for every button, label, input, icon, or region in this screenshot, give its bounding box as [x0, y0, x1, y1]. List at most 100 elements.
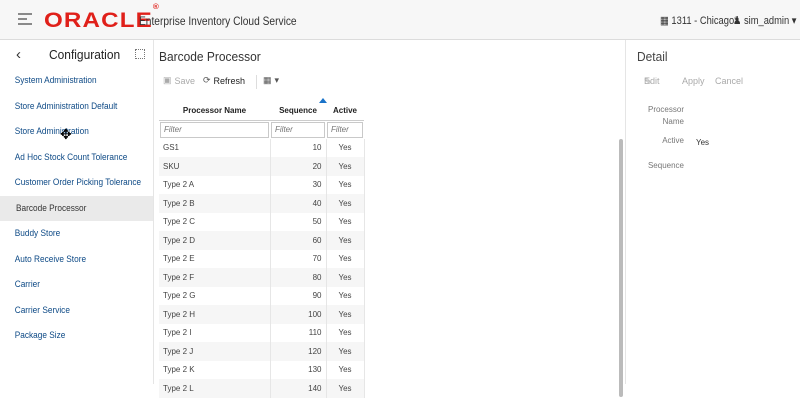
store-selector[interactable]: ▦ 1311 - Chicago*: [660, 14, 738, 27]
nav-item-customer-order-picking-tolerance[interactable]: Customer Order Picking Tolerance: [0, 170, 141, 196]
column-header-active[interactable]: Active: [326, 102, 364, 121]
active-label: Active: [662, 136, 684, 145]
cell-sequence: 110: [270, 323, 327, 342]
cell-active: Yes: [326, 268, 365, 287]
cell-name: Type 2 B: [159, 194, 271, 213]
columns-icon: ▦: [263, 75, 272, 85]
cell-sequence: 100: [270, 305, 327, 324]
logo-text: ORACLE: [44, 9, 153, 32]
cell-sequence: 60: [270, 231, 327, 250]
cell-active: Yes: [326, 231, 365, 250]
table-row[interactable]: Type 2 G 90 Yes: [159, 286, 365, 305]
cell-active: Yes: [326, 305, 365, 324]
nav-item-carrier[interactable]: Carrier: [0, 272, 141, 298]
table-row[interactable]: Type 2 J 120 Yes: [159, 342, 365, 361]
cell-sequence: 30: [270, 175, 327, 194]
user-menu[interactable]: ♟ sim_admin ▾: [733, 14, 796, 27]
cell-sequence: 70: [270, 249, 327, 268]
cell-name: Type 2 F: [159, 268, 271, 287]
filter-active[interactable]: [327, 121, 363, 138]
save-button[interactable]: ▣ Save: [163, 75, 195, 86]
chevron-down-icon: ▾: [274, 75, 280, 85]
table-row[interactable]: Type 2 L 140 Yes: [159, 379, 365, 398]
table-row[interactable]: Type 2 B 40 Yes: [159, 194, 365, 213]
table-row[interactable]: SKU 20 Yes: [159, 157, 365, 176]
table-row[interactable]: Type 2 F 80 Yes: [159, 268, 365, 287]
processor-name-label-line2: Name: [662, 117, 684, 126]
cell-active: Yes: [326, 286, 365, 305]
chevron-down-icon: ▾: [789, 15, 797, 27]
table-row[interactable]: Type 2 K 130 Yes: [159, 360, 365, 379]
cell-name: Type 2 K: [159, 360, 271, 379]
table-row[interactable]: Type 2 C 50 Yes: [159, 212, 365, 231]
cell-active: Yes: [326, 157, 365, 176]
back-icon[interactable]: ‹: [16, 46, 21, 63]
menu-icon[interactable]: [18, 13, 32, 27]
cell-active: Yes: [326, 175, 365, 194]
main-panel: Barcode Processor ▣ Save ⟳ Refresh ▦ ▾ Proc…: [155, 40, 625, 398]
cell-active: Yes: [326, 138, 365, 157]
cell-active: Yes: [326, 360, 365, 379]
move-cursor-icon: ✥: [60, 126, 72, 142]
save-icon: ▣: [163, 75, 172, 85]
filter-sequence[interactable]: [271, 121, 325, 138]
table-row[interactable]: Type 2 A 30 Yes: [159, 175, 365, 194]
user-name: sim_admin: [743, 15, 790, 27]
building-icon: ▦: [660, 15, 672, 27]
column-header-processor-name[interactable]: Processor Name: [159, 102, 270, 121]
table-row[interactable]: Type 2 I 110 Yes: [159, 323, 365, 342]
column-header-sequence[interactable]: Sequence: [270, 98, 327, 121]
layout-icon[interactable]: [135, 49, 145, 59]
detail-title: Detail: [637, 49, 668, 64]
sequence-label: Sequence: [647, 161, 684, 170]
refresh-label: Refresh: [213, 75, 246, 86]
cell-sequence: 40: [270, 194, 327, 213]
cell-active: Yes: [326, 249, 365, 268]
nav-item-buddy-store[interactable]: Buddy Store: [0, 221, 141, 247]
table-scrollbar[interactable]: [619, 139, 623, 397]
cell-active: Yes: [326, 194, 365, 213]
sequence-header-label: Sequence: [279, 106, 317, 116]
config-nav: System Administration Store Administrati…: [0, 68, 153, 349]
cell-name: Type 2 A: [159, 175, 271, 194]
config-panel: ‹ Configuration System Administration St…: [0, 40, 154, 384]
apply-button[interactable]: Apply: [682, 76, 705, 86]
top-bar: ORACLE® Enterprise Inventory Cloud Servi…: [0, 0, 800, 40]
nav-item-label: Barcode Processor: [16, 202, 87, 213]
sort-ascending-icon: [318, 98, 327, 104]
active-value: Yes: [696, 138, 710, 147]
cancel-button[interactable]: Cancel: [715, 76, 743, 86]
detail-panel: Detail ✎ Edit Apply Cancel Processor Nam…: [625, 40, 800, 384]
table-row[interactable]: GS1 10 Yes: [159, 138, 365, 157]
panel-title: Configuration: [49, 47, 121, 62]
user-icon: ♟: [733, 15, 744, 27]
cell-name: Type 2 D: [159, 231, 271, 250]
table-row[interactable]: Type 2 D 60 Yes: [159, 231, 365, 250]
nav-item-carrier-service[interactable]: Carrier Service: [0, 298, 141, 324]
refresh-button[interactable]: ⟳ Refresh: [203, 75, 245, 86]
nav-item-auto-receive-store[interactable]: Auto Receive Store: [0, 247, 141, 273]
cell-name: GS1: [159, 138, 271, 157]
cell-active: Yes: [326, 323, 365, 342]
nav-item-package-size[interactable]: Package Size: [0, 323, 141, 349]
app-name: Enterprise Inventory Cloud Service: [139, 14, 297, 28]
view-menu-button[interactable]: ▦ ▾: [263, 75, 279, 86]
cell-sequence: 90: [270, 286, 327, 305]
nav-item-system-administration[interactable]: System Administration: [0, 68, 141, 94]
filter-processor-name[interactable]: [160, 121, 269, 138]
processor-name-label-line1: Processor: [647, 105, 684, 114]
cell-sequence: 120: [270, 342, 327, 361]
toolbar-divider: [256, 75, 257, 89]
table-row[interactable]: Type 2 E 70 Yes: [159, 249, 365, 268]
cell-name: Type 2 H: [159, 305, 271, 324]
page-title: Barcode Processor: [159, 49, 261, 64]
nav-item-barcode-processor[interactable]: Barcode Processor: [0, 195, 153, 221]
table-row[interactable]: Type 2 H 100 Yes: [159, 305, 365, 324]
processor-table: Processor Name Sequence Active GS110Yes …: [159, 98, 365, 398]
refresh-icon: ⟳: [203, 75, 211, 85]
cell-sequence: 20: [270, 157, 327, 176]
cell-active: Yes: [326, 379, 365, 398]
nav-item-ad-hoc-stock-count-tolerance[interactable]: Ad Hoc Stock Count Tolerance: [0, 145, 141, 171]
cell-sequence: 10: [270, 138, 327, 157]
nav-item-store-administration-default[interactable]: Store Administration Default: [0, 94, 141, 120]
